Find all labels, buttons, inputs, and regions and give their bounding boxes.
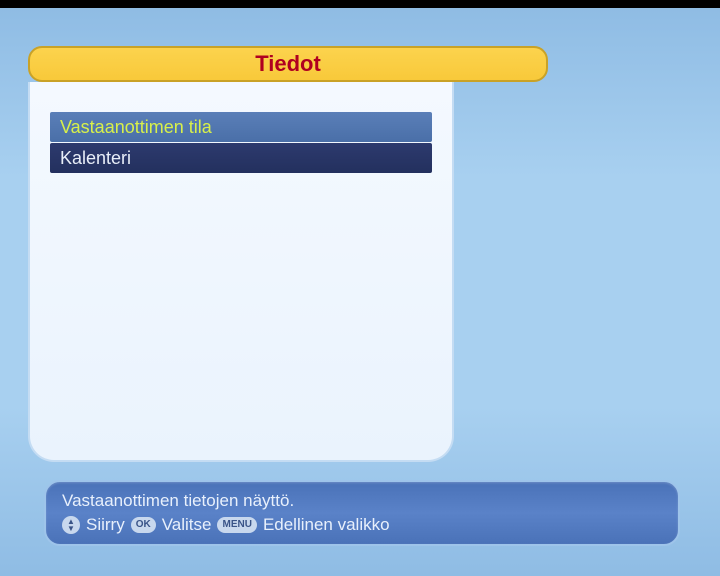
menu-list: Vastaanottimen tila Kalenteri: [30, 112, 452, 174]
page-title: Tiedot: [255, 51, 321, 77]
menu-badge: MENU: [217, 517, 256, 533]
help-bar: Vastaanottimen tietojen näyttö. ▲▼ Siirr…: [44, 480, 680, 546]
content-panel: Vastaanottimen tila Kalenteri: [28, 82, 454, 462]
help-move-label: Siirry: [86, 515, 125, 535]
updown-icon: ▲▼: [62, 516, 80, 534]
menu-item-receiver-status[interactable]: Vastaanottimen tila: [50, 112, 432, 142]
menu-item-calendar[interactable]: Kalenteri: [50, 143, 432, 173]
help-back-label: Edellinen valikko: [263, 515, 390, 535]
ok-badge: OK: [131, 517, 156, 533]
screen: Tiedot Vastaanottimen tila Kalenteri Vas…: [0, 8, 720, 576]
help-keys: ▲▼ Siirry OK Valitse MENU Edellinen vali…: [62, 515, 662, 535]
menu-item-label: Kalenteri: [60, 148, 131, 169]
title-bar: Tiedot: [28, 46, 548, 82]
menu-item-label: Vastaanottimen tila: [60, 117, 212, 138]
help-description: Vastaanottimen tietojen näyttö.: [62, 491, 662, 511]
help-select-label: Valitse: [162, 515, 212, 535]
